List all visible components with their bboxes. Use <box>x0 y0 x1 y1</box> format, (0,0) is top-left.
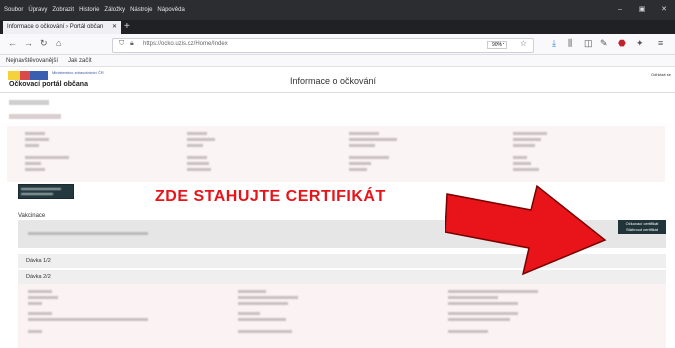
new-tab-button[interactable]: + <box>124 20 130 34</box>
download-icon[interactable]: ⤓ <box>552 38 556 49</box>
bookmarks-bar: Nejnavštěvovanější Jak začít <box>0 55 675 67</box>
info-line <box>25 168 45 171</box>
info-line <box>25 138 49 141</box>
tab-label: Informace o očkování › Portál občan <box>7 24 104 30</box>
vaccine-name-blurred <box>28 232 148 235</box>
info-line <box>238 330 292 333</box>
url-text[interactable]: https://ocko.uzis.cz/Home/Index <box>143 41 228 47</box>
close-window-icon[interactable]: ✕ <box>653 0 675 20</box>
more-actions-icon[interactable]: ··· <box>496 38 505 48</box>
menu-view[interactable]: Zobrazit <box>52 7 74 13</box>
tab-bar: Informace o očkování › Portál občan ✕ + <box>0 20 675 34</box>
info-line <box>187 162 209 165</box>
info-line <box>25 132 45 135</box>
dose-details-panel <box>18 284 666 348</box>
info-line <box>448 312 518 315</box>
info-line <box>448 330 488 333</box>
forward-icon[interactable]: → <box>24 38 33 48</box>
info-line <box>187 138 215 141</box>
button-text-blurred <box>21 193 53 195</box>
info-line <box>448 290 538 293</box>
info-line <box>28 302 42 305</box>
info-line <box>238 312 260 315</box>
red-arrow-icon <box>445 184 607 276</box>
info-line <box>25 156 69 159</box>
info-line <box>448 296 498 299</box>
info-line <box>28 318 148 321</box>
info-line <box>513 132 547 135</box>
blurred-action-button[interactable] <box>18 184 74 199</box>
window-controls: – ▣ ✕ <box>609 0 675 20</box>
info-line <box>238 302 288 305</box>
lock-icon[interactable]: 🔒︎ <box>130 40 134 48</box>
info-line <box>349 138 397 141</box>
menu-bar: Soubor Úpravy Zobrazit Historie Záložky … <box>0 0 675 20</box>
menu-bookmarks[interactable]: Záložky <box>104 7 125 13</box>
info-line <box>187 156 207 159</box>
section-heading-blurred <box>9 114 61 119</box>
info-line <box>28 312 52 315</box>
reload-icon[interactable]: ↻ <box>40 38 48 49</box>
info-line <box>28 296 58 299</box>
info-line <box>448 302 518 305</box>
vaccination-section-label: Vakcinace <box>18 213 46 219</box>
extension-icon[interactable]: ✎ <box>600 38 608 49</box>
info-line <box>25 144 39 147</box>
bookmark-most-visited[interactable]: Nejnavštěvovanější <box>6 58 58 64</box>
logo-text: Ministerstvo zdravotnictví ČR <box>52 70 104 75</box>
ministry-logo[interactable] <box>8 71 48 80</box>
person-name-blurred <box>9 100 49 105</box>
home-icon[interactable]: ⌂ <box>56 38 61 48</box>
hamburger-menu-icon[interactable]: ≡ <box>658 38 663 48</box>
star-icon[interactable]: ☆ <box>520 39 527 48</box>
bookmark-getting-started[interactable]: Jak začít <box>68 58 92 64</box>
extension2-icon[interactable]: ✦ <box>636 38 644 49</box>
logout-link[interactable]: Odhlásit se <box>651 72 671 77</box>
info-line <box>349 144 375 147</box>
sidebar-icon[interactable]: ◫ <box>584 38 593 49</box>
menu-tools[interactable]: Nástroje <box>130 7 152 13</box>
menu-help[interactable]: Nápověda <box>157 7 184 13</box>
info-line <box>187 144 203 147</box>
address-bar[interactable]: ⛉ 🔒︎ https://ocko.uzis.cz/Home/Index 90%… <box>112 38 534 53</box>
info-line <box>238 296 298 299</box>
info-line <box>448 318 510 321</box>
info-line <box>349 168 367 171</box>
site-title: Očkovací portál občana <box>9 81 88 88</box>
adblock-icon[interactable]: ⬣ <box>618 38 626 49</box>
library-icon[interactable]: ⫼ <box>568 38 572 49</box>
tab-close-icon[interactable]: ✕ <box>112 21 117 34</box>
menu-edit[interactable]: Úpravy <box>28 7 47 13</box>
info-line <box>513 138 541 141</box>
shield-icon[interactable]: ⛉ <box>119 40 124 48</box>
tab-vaccination-info[interactable]: Informace o očkování › Portál občan ✕ <box>3 21 121 34</box>
info-line <box>349 132 379 135</box>
info-line <box>187 132 207 135</box>
info-line <box>25 162 41 165</box>
info-line <box>349 162 371 165</box>
page-title: Informace o očkování <box>290 76 377 86</box>
minimize-icon[interactable]: – <box>609 0 631 20</box>
menu-file[interactable]: Soubor <box>4 7 23 13</box>
menu-history[interactable]: Historie <box>79 7 99 13</box>
navigation-toolbar: ← → ↻ ⌂ ⛉ 🔒︎ https://ocko.uzis.cz/Home/I… <box>0 34 675 55</box>
info-line <box>513 144 535 147</box>
download-certificate-button[interactable]: Očkovací certifikát Stáhnout certifikát <box>618 220 666 234</box>
info-line <box>238 290 266 293</box>
info-line <box>187 168 211 171</box>
info-line <box>28 290 52 293</box>
download-here-annotation: ZDE STAHUJTE CERTIFIKÁT <box>155 188 386 205</box>
info-line <box>513 156 527 159</box>
button-text-blurred <box>21 188 61 190</box>
maximize-icon[interactable]: ▣ <box>631 0 653 20</box>
info-line <box>238 318 286 321</box>
info-line <box>349 156 389 159</box>
info-line <box>28 330 42 333</box>
back-icon[interactable]: ← <box>8 38 17 48</box>
header-divider <box>0 92 675 93</box>
page-content: Ministerstvo zdravotnictví ČR Očkovací p… <box>0 68 675 348</box>
